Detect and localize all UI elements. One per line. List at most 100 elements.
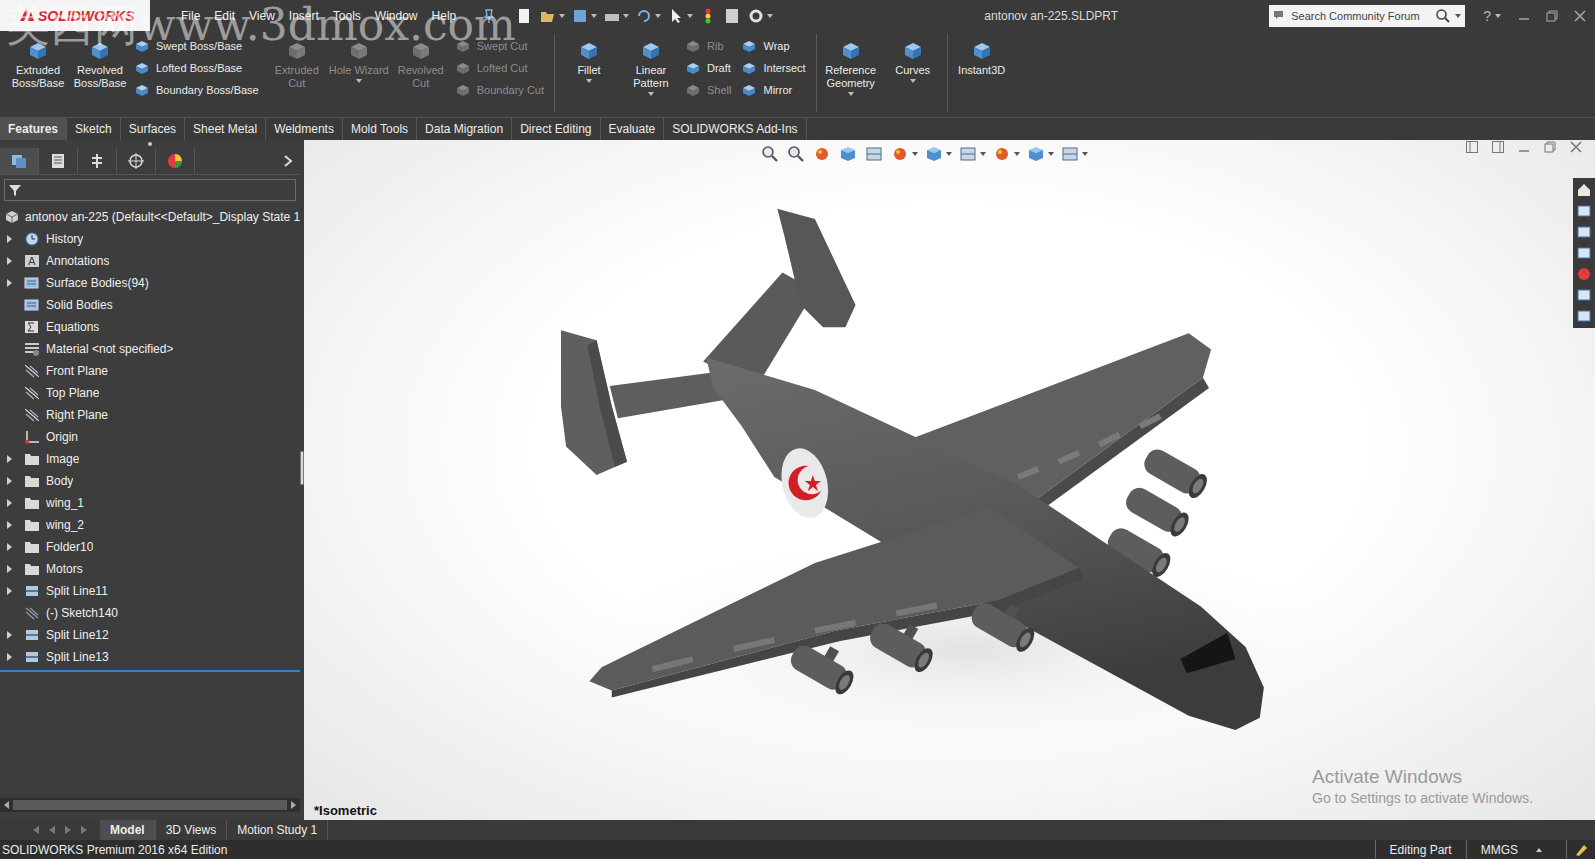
help-dropdown[interactable] [1495,14,1501,18]
scroll-thumb[interactable] [13,800,287,810]
tab[interactable]: Features [0,118,67,140]
rebuild-button[interactable] [699,7,717,25]
tree-item[interactable]: wing_2 [0,514,300,536]
expand-arrow[interactable] [7,279,12,287]
command-button[interactable]: Intersect [741,60,805,76]
tree-item[interactable]: Equations [0,316,300,338]
print-button[interactable] [603,7,629,25]
open-button[interactable] [539,7,565,25]
tree-item[interactable]: Right Plane [0,404,300,426]
command-button[interactable]: Instant3D [952,34,1012,112]
expand-arrow[interactable] [7,565,12,573]
model-tab[interactable]: 3D Views [156,820,227,840]
units-arrow[interactable] [1536,848,1542,852]
tab[interactable]: Sketch [67,118,121,140]
engine[interactable] [787,632,863,697]
command-button[interactable]: Extruded Cut [267,34,327,112]
scroll-right-arrow[interactable] [291,801,296,809]
menu-item[interactable]: Window [368,9,425,23]
tree-item[interactable]: Body [0,470,300,492]
graphics-area[interactable]: *IsometricActivate WindowsGo to Settings… [304,140,1595,820]
help-button[interactable]: ? [1483,8,1491,24]
search-dropdown[interactable] [1455,14,1461,18]
dropdown-arrow[interactable] [586,79,592,83]
engine[interactable] [968,590,1044,655]
tree-item[interactable]: Top Plane [0,382,300,404]
tab[interactable]: Direct Editing [512,118,600,140]
command-button[interactable]: Draft [685,60,731,76]
scroll-left-arrow[interactable] [4,801,9,809]
menu-item[interactable]: Help [425,9,464,23]
dropdown-arrow[interactable] [848,92,854,96]
unit-system[interactable]: MMGS [1466,840,1567,859]
menu-item[interactable]: View [242,9,282,23]
command-button[interactable]: Lofted Cut [455,60,544,76]
aircraft-model[interactable] [304,140,1595,820]
previous-tab-icon[interactable] [46,824,58,836]
command-button[interactable]: Mirror [741,82,805,98]
section-view-button[interactable] [838,144,858,164]
dropdown-arrow[interactable] [912,152,918,156]
dropdown-arrow[interactable] [1048,152,1054,156]
dropdown-arrow[interactable] [591,14,597,18]
menu-item[interactable]: File [174,9,207,23]
magnifier-icon[interactable] [1435,8,1451,24]
next-tab-icon[interactable] [62,824,74,836]
view-palette-tab[interactable] [1576,245,1592,261]
dropdown-arrow[interactable] [946,152,952,156]
tree-item[interactable]: Front Plane [0,360,300,382]
menu-item[interactable]: Tools [326,9,368,23]
rollback-bar[interactable] [0,670,300,672]
select-button[interactable] [667,7,693,25]
expand-arrow[interactable] [7,235,12,243]
dropdown-arrow[interactable] [980,152,986,156]
tab[interactable]: Surfaces [121,118,185,140]
pin-icon[interactable] [481,8,497,24]
tree-item[interactable]: Split Line13 [0,646,300,668]
filter-box[interactable] [4,179,296,201]
dropdown-arrow[interactable] [356,79,362,83]
file-properties-button[interactable] [723,7,741,25]
tree-item[interactable]: AAnnotations [0,250,300,272]
tree-item[interactable]: Image [0,448,300,470]
edit-appearance-button[interactable] [992,144,1020,164]
command-button[interactable]: Lofted Boss/Base [134,60,259,76]
appearances-tab[interactable] [1576,266,1592,282]
horizontal-scrollbar[interactable] [0,798,300,812]
feature-manager-tab[interactable] [0,148,39,174]
minimize-icon[interactable] [1517,9,1531,23]
menu-item[interactable]: Insert [282,9,326,23]
close-icon[interactable] [1573,9,1587,23]
command-button[interactable]: Revolved Cut [391,34,451,112]
tab[interactable]: Evaluate [601,118,665,140]
forum-tab[interactable] [1576,308,1592,324]
tree-item[interactable]: Split Line12 [0,624,300,646]
restore-icon[interactable] [1543,140,1557,154]
engine[interactable] [1122,484,1192,540]
tree-item[interactable]: Split Line11 [0,580,300,602]
first-tab-icon[interactable] [30,824,42,836]
tree-item[interactable]: Solid Bodies [0,294,300,316]
menu-item[interactable]: Edit [207,9,242,23]
dropdown-arrow[interactable] [910,79,916,83]
zoom-to-area-button[interactable] [786,144,806,164]
tile-left-icon[interactable] [1465,140,1479,154]
command-button[interactable]: Revolved Boss/Base [70,34,130,112]
expand-panel-icon[interactable] [282,154,294,168]
previous-view-button[interactable] [812,144,832,164]
tree-item[interactable]: Motors [0,558,300,580]
dropdown-arrow[interactable] [559,14,565,18]
expand-arrow[interactable] [7,499,12,507]
dynamic-annotation-button[interactable] [864,144,884,164]
tab[interactable]: SOLIDWORKS Add-Ins [664,118,806,140]
undo-button[interactable] [635,7,661,25]
command-button[interactable]: Shell [685,82,731,98]
dropdown-arrow[interactable] [687,14,693,18]
command-button[interactable]: Swept Cut [455,38,544,54]
view-orientation-button[interactable] [890,144,918,164]
command-button[interactable]: Rib [685,38,731,54]
command-button[interactable]: Reference Geometry [821,34,881,112]
restore-icon[interactable] [1545,9,1559,23]
dimxpert-tab[interactable] [117,148,156,174]
expand-arrow[interactable] [7,477,12,485]
